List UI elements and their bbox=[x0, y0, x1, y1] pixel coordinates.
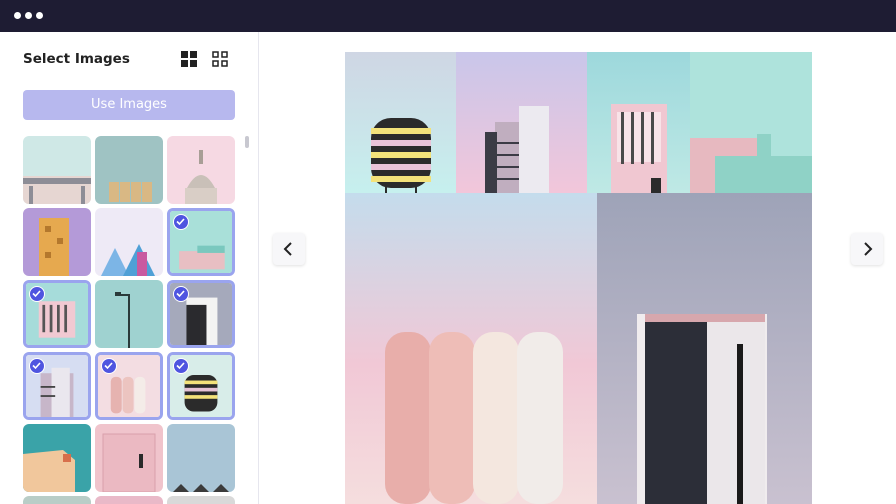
pink-silos bbox=[385, 332, 563, 504]
thumbnail-item[interactable] bbox=[95, 208, 163, 276]
thumbnail-item[interactable] bbox=[95, 280, 163, 348]
dark-tower bbox=[637, 314, 767, 504]
thumbnail-item[interactable] bbox=[167, 352, 235, 420]
dot-icon[interactable] bbox=[14, 12, 21, 19]
thumbnail-item[interactable] bbox=[95, 496, 163, 504]
check-icon bbox=[101, 358, 117, 374]
window-titlebar bbox=[0, 0, 896, 32]
check-icon bbox=[173, 358, 189, 374]
thumbnail-item[interactable] bbox=[95, 136, 163, 204]
thumbnail-item[interactable] bbox=[23, 136, 91, 204]
thumbnail-item[interactable] bbox=[167, 136, 235, 204]
thumbnail-item[interactable] bbox=[23, 496, 91, 504]
use-images-button[interactable]: Use Images bbox=[23, 90, 235, 120]
check-icon bbox=[29, 358, 45, 374]
check-icon bbox=[173, 214, 189, 230]
check-icon bbox=[29, 286, 45, 302]
chevron-left-icon[interactable] bbox=[273, 233, 305, 265]
thumbnail-item[interactable] bbox=[167, 208, 235, 276]
grid-outline-icon[interactable] bbox=[212, 51, 228, 67]
thumbnail-item[interactable] bbox=[23, 352, 91, 420]
check-icon bbox=[173, 286, 189, 302]
sidebar-scrollbar[interactable] bbox=[245, 136, 249, 148]
balcony-facade bbox=[611, 104, 667, 193]
collage-image bbox=[345, 52, 812, 504]
thumbnail-item[interactable] bbox=[167, 280, 235, 348]
thumbnail-item[interactable] bbox=[167, 496, 235, 504]
chevron-right-icon[interactable] bbox=[851, 233, 883, 265]
sidebar-title: Select Images bbox=[23, 51, 130, 67]
image-picker-sidebar: Select Images Use Images bbox=[0, 32, 259, 504]
thumbnail-item[interactable] bbox=[95, 352, 163, 420]
dot-icon[interactable] bbox=[25, 12, 32, 19]
thumbnail-item[interactable] bbox=[95, 424, 163, 492]
round-striped-tower bbox=[371, 118, 431, 193]
thumbnail-item[interactable] bbox=[23, 424, 91, 492]
grid-large-icon[interactable] bbox=[181, 51, 197, 67]
thumbnail-item[interactable] bbox=[23, 280, 91, 348]
thumbnail-item[interactable] bbox=[167, 424, 235, 492]
thumbnail-item[interactable] bbox=[23, 208, 91, 276]
dot-icon[interactable] bbox=[36, 12, 43, 19]
